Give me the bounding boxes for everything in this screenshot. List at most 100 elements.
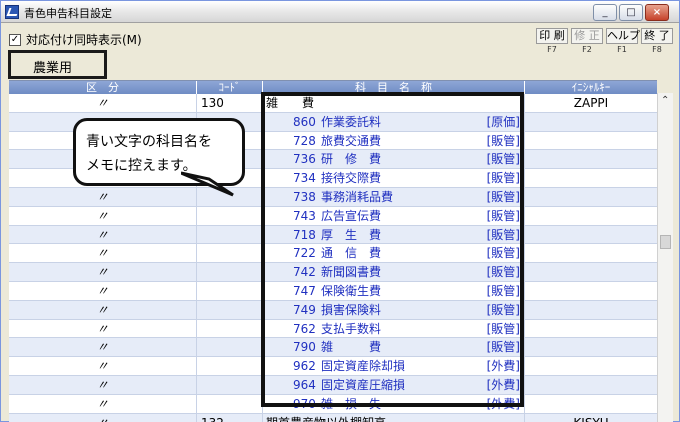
sub-account-code: 742 — [293, 265, 316, 280]
cell-kubun: 〃 — [9, 413, 197, 422]
table-row[interactable]: 〃 722 通 信 費 [販管] — [9, 244, 657, 264]
sub-account-code: 743 — [293, 208, 316, 223]
sub-account-name: 雑 費 — [321, 340, 382, 355]
sub-account-code: 722 — [293, 246, 316, 261]
sub-account-name: 広告宣伝費 — [321, 208, 382, 223]
cell-sub-account: 860 作業委託料 [原価] — [263, 112, 525, 132]
sub-account-code: 736 — [293, 152, 316, 167]
table-row[interactable]: 〃 970 雑 損 失 [外費] — [9, 394, 657, 414]
sub-account-name: 旅費交通費 — [321, 133, 382, 148]
sync-display-toggle[interactable]: ✓ 対応付け同時表示(M) — [9, 31, 142, 48]
cell-initial-key — [525, 301, 657, 320]
vertical-scrollbar[interactable]: ⌃ — [657, 93, 673, 422]
cell-kubun: 〃 — [9, 225, 197, 245]
table-row[interactable]: 〃 738 事務消耗品費 [販管] — [9, 187, 657, 207]
function-key-1: 修 正 F2 — [571, 28, 603, 54]
cell-initial-key — [525, 263, 657, 282]
cell-initial-key — [525, 338, 657, 357]
cell-sub-account: 742 新聞図書費 [販管] — [263, 263, 525, 282]
maximize-button[interactable]: □ — [619, 4, 643, 21]
cell-initial-key: KISYU — [525, 414, 657, 422]
function-key-code: F8 — [652, 45, 662, 54]
sub-account-category: [販管] — [486, 246, 520, 261]
sub-account-code: 747 — [293, 283, 316, 298]
table-row[interactable]: 〃 718 厚 生 費 [販管] — [9, 225, 657, 245]
cell-initial-key — [525, 282, 657, 301]
sub-account-code: 728 — [293, 133, 316, 148]
function-key-button[interactable]: 印 刷 — [536, 28, 568, 44]
function-key-code: F1 — [617, 45, 627, 54]
cell-initial-key — [525, 376, 657, 395]
sub-account-category: [販管] — [486, 133, 520, 148]
minimize-button[interactable]: _ — [593, 4, 617, 21]
cell-code: 130 — [197, 94, 263, 113]
cell-initial-key — [525, 169, 657, 188]
function-key-button[interactable]: ヘルプ — [606, 28, 640, 44]
header-kubun[interactable]: 区 分 — [9, 81, 197, 94]
cell-sub-account: 962 固定資産除却損 [外費] — [263, 357, 525, 376]
header-code[interactable]: ｺｰﾄﾞ — [197, 81, 263, 94]
table-row[interactable]: 〃132期首農産物以外棚卸高 KISYU — [9, 413, 657, 422]
sub-account-name: 固定資産除却損 — [321, 359, 406, 374]
tab-nogyo[interactable]: 農業用 — [8, 50, 107, 79]
sub-account-category: [販管] — [486, 283, 520, 298]
table-row[interactable]: 〃 130 雑 費 ZAPPI — [9, 94, 657, 113]
header-initial-key[interactable]: ｲﾆｼｬﾙｷｰ — [525, 81, 657, 94]
cell-code — [197, 281, 263, 301]
cell-initial-key — [525, 357, 657, 376]
function-key-code: F7 — [547, 45, 557, 54]
table-row[interactable]: 〃 743 広告宣伝費 [販管] — [9, 206, 657, 226]
sub-account-name: 接待交際費 — [321, 171, 382, 186]
grid-header: 区 分 ｺｰﾄﾞ 科 目 名 称 ｲﾆｼｬﾙｷｰ — [9, 81, 657, 94]
cell-kubun: 〃 — [9, 281, 197, 301]
close-button[interactable]: × — [645, 4, 669, 21]
cell-sub-account: 964 固定資産圧縮損 [外費] — [263, 375, 525, 395]
sub-account-category: [販管] — [486, 152, 520, 167]
sub-account-name: 損害保険料 — [321, 302, 382, 317]
header-account-name[interactable]: 科 目 名 称 — [263, 81, 525, 94]
sub-account-code: 718 — [293, 227, 316, 242]
sub-account-name: 事務消耗品費 — [321, 189, 394, 204]
cell-sub-account: 762 支払手数料 [販管] — [263, 319, 525, 339]
function-key-button[interactable]: 修 正 — [571, 28, 603, 44]
sub-account-category: [販管] — [486, 302, 520, 317]
table-row[interactable]: 〃 964 固定資産圧縮損 [外費] — [9, 375, 657, 395]
table-row[interactable]: 〃 742 新聞図書費 [販管] — [9, 263, 657, 282]
cell-kubun: 〃 — [9, 319, 197, 339]
cell-account-name: 雑 費 — [263, 94, 525, 113]
checkbox-icon[interactable]: ✓ — [9, 33, 21, 46]
cell-code — [197, 375, 263, 395]
scroll-thumb[interactable] — [660, 235, 671, 249]
cell-sub-account: 718 厚 生 費 [販管] — [263, 225, 525, 245]
table-row[interactable]: 〃 790 雑 費 [販管] — [9, 338, 657, 358]
sub-account-category: [販管] — [486, 340, 520, 355]
cell-code — [197, 357, 263, 376]
cell-code — [197, 300, 263, 320]
cell-kubun: 〃 — [9, 206, 197, 226]
sub-account-category: [販管] — [486, 227, 520, 242]
table-row[interactable]: 〃 749 損害保険料 [販管] — [9, 300, 657, 320]
table-row[interactable]: 〃 762 支払手数料 [販管] — [9, 319, 657, 339]
sub-account-category: [販管] — [486, 265, 520, 280]
sub-account-name: 固定資産圧縮損 — [321, 377, 406, 392]
scroll-up-icon[interactable]: ⌃ — [661, 95, 669, 106]
cell-kubun: 〃 — [9, 244, 197, 264]
sub-account-category: [販管] — [486, 171, 520, 186]
table-row[interactable]: 〃 747 保険衛生費 [販管] — [9, 281, 657, 301]
function-key-bar: 印 刷 F7 修 正 F2 ヘルプ F1 終 了 F8 — [533, 28, 673, 54]
sub-account-code: 962 — [293, 359, 316, 374]
sub-account-category: [原価] — [486, 114, 520, 129]
cell-code — [197, 263, 263, 282]
cell-code — [197, 319, 263, 339]
cell-kubun: 〃 — [9, 300, 197, 320]
cell-initial-key — [525, 188, 657, 207]
sub-account-name: 新聞図書費 — [321, 265, 382, 280]
app-icon — [5, 5, 19, 19]
table-row[interactable]: 〃 962 固定資産除却損 [外費] — [9, 357, 657, 376]
cell-initial-key — [525, 320, 657, 339]
cell-account-name: 期首農産物以外棚卸高 — [263, 413, 525, 422]
sub-account-code: 762 — [293, 321, 316, 336]
sub-account-code: 749 — [293, 302, 316, 317]
function-key-button[interactable]: 終 了 — [641, 28, 673, 44]
cell-kubun: 〃 — [9, 375, 197, 395]
